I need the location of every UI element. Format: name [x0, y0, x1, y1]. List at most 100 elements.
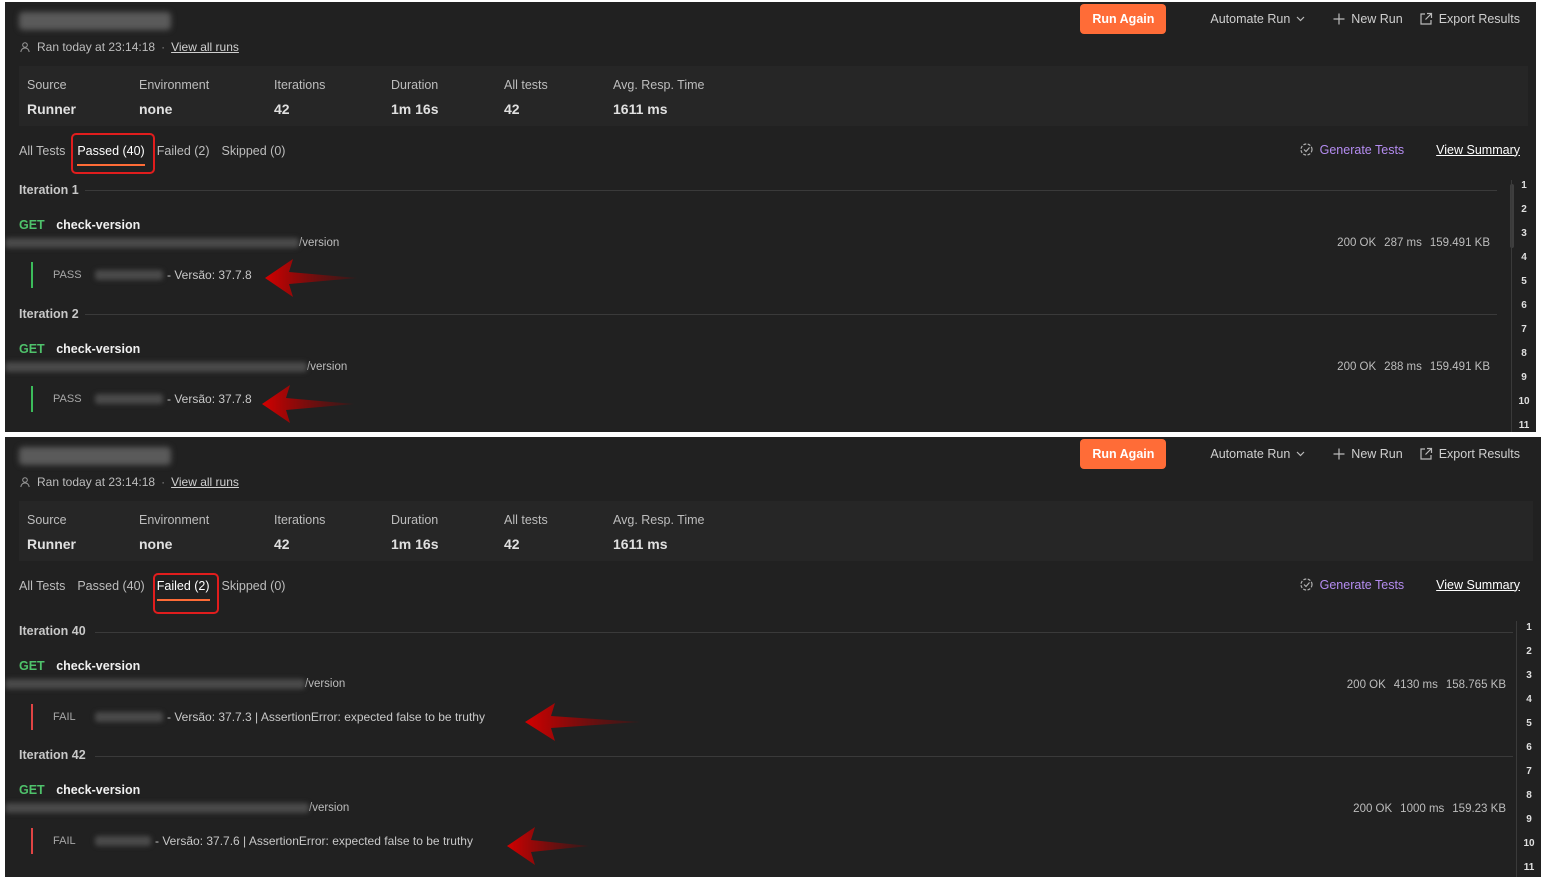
view-all-runs-link[interactable]: View all runs: [171, 475, 239, 489]
result-status: FAIL: [53, 711, 76, 723]
tab-skipped[interactable]: Skipped (0): [216, 577, 292, 595]
right-links: Generate Tests View Summary: [1299, 577, 1520, 592]
run-again-button[interactable]: Run Again: [1080, 4, 1167, 34]
response-size: 159.491 KB: [1429, 237, 1490, 249]
url-suffix: /version: [305, 678, 346, 690]
iteration-index-list: 1 2 3 4 5 6 7 8 9 10 11: [1512, 174, 1536, 432]
request-row[interactable]: GET check-version: [19, 218, 140, 232]
red-arrow-annotation: [265, 259, 357, 297]
test-name-blurred: [95, 712, 163, 722]
iteration-index[interactable]: 8: [1517, 784, 1541, 808]
fail-indicator: [31, 828, 33, 854]
automate-run-dropdown[interactable]: Automate Run: [1210, 12, 1305, 26]
iteration-index[interactable]: 5: [1512, 270, 1536, 294]
response-status: 200 OK: [1337, 237, 1377, 249]
request-row[interactable]: GET check-version: [19, 783, 140, 797]
generate-tests-link[interactable]: Generate Tests: [1299, 142, 1405, 157]
tab-failed[interactable]: Failed (2): [151, 142, 216, 160]
tab-all-tests[interactable]: All Tests: [19, 142, 71, 160]
run-again-button[interactable]: Run Again: [1080, 439, 1167, 469]
request-name: check-version: [56, 342, 141, 356]
url-blurred: [5, 362, 307, 372]
new-run-button[interactable]: New Run: [1333, 12, 1403, 26]
new-run-label: New Run: [1351, 12, 1403, 26]
iteration-index[interactable]: 9: [1512, 366, 1536, 390]
view-summary-link[interactable]: View Summary: [1436, 143, 1520, 157]
iteration-index[interactable]: 1: [1512, 174, 1536, 198]
result-status: PASS: [53, 393, 82, 405]
test-name-blurred: [95, 270, 163, 280]
request-name: check-version: [56, 218, 141, 232]
test-name-blurred: [95, 394, 163, 404]
view-all-runs-link[interactable]: View all runs: [171, 40, 239, 54]
export-results-button[interactable]: Export Results: [1419, 447, 1520, 461]
tab-all-tests[interactable]: All Tests: [19, 577, 71, 595]
iteration-index[interactable]: 2: [1517, 640, 1541, 664]
stat-all-tests: All tests 42: [504, 513, 548, 552]
request-url: /version: [5, 361, 347, 373]
export-results-button[interactable]: Export Results: [1419, 12, 1520, 26]
plus-icon: [1333, 448, 1345, 460]
user-icon: [20, 42, 30, 53]
test-name-blurred: [95, 836, 151, 846]
tab-skipped[interactable]: Skipped (0): [216, 142, 292, 160]
iteration-title: Iteration 42: [19, 748, 86, 762]
iteration-index[interactable]: 3: [1517, 664, 1541, 688]
run-title-blurred: [19, 447, 171, 465]
run-info-row: Ran today at 23:14:18 · View all runs: [19, 475, 239, 489]
generate-tests-link[interactable]: Generate Tests: [1299, 577, 1405, 592]
red-arrow-annotation: [262, 385, 354, 423]
iteration-index[interactable]: 7: [1517, 760, 1541, 784]
request-url: /version: [5, 802, 349, 814]
iteration-index[interactable]: 8: [1512, 342, 1536, 366]
divider: [95, 632, 1513, 633]
runner-results-panel-failed: Ran today at 23:14:18 · View all runs Ru…: [5, 437, 1541, 877]
iteration-index[interactable]: 10: [1517, 832, 1541, 856]
red-arrow-annotation: [507, 827, 589, 865]
stat-source: Source Runner: [27, 513, 76, 552]
iteration-index[interactable]: 2: [1512, 198, 1536, 222]
iteration-title: Iteration 40: [19, 624, 86, 638]
iteration-index[interactable]: 7: [1512, 318, 1536, 342]
response-time: 287 ms: [1384, 237, 1422, 249]
automate-run-label: Automate Run: [1210, 12, 1291, 26]
new-run-button[interactable]: New Run: [1333, 447, 1403, 461]
iteration-index[interactable]: 11: [1512, 414, 1536, 432]
iteration-index[interactable]: 10: [1512, 390, 1536, 414]
result-text: - Versão: 37.7.8: [167, 268, 252, 282]
stat-source: Source Runner: [27, 78, 76, 117]
automate-run-dropdown[interactable]: Automate Run: [1210, 447, 1305, 461]
iteration-index[interactable]: 9: [1517, 808, 1541, 832]
request-row[interactable]: GET check-version: [19, 342, 140, 356]
iteration-index[interactable]: 11: [1517, 856, 1541, 877]
request-row[interactable]: GET check-version: [19, 659, 140, 673]
result-text: - Versão: 37.7.8: [167, 392, 252, 406]
export-icon: [1420, 447, 1432, 460]
view-summary-link[interactable]: View Summary: [1436, 578, 1520, 592]
chevron-down-icon: [1296, 16, 1305, 22]
iteration-index[interactable]: 6: [1517, 736, 1541, 760]
generate-tests-label: Generate Tests: [1319, 577, 1405, 592]
tab-passed[interactable]: Passed (40): [71, 577, 150, 595]
response-meta: 200 OK 4130 ms 158.765 KB: [1339, 679, 1506, 691]
divider: [85, 190, 1497, 191]
ran-time-text: Ran today at 23:14:18: [37, 475, 156, 489]
result-text: - Versão: 37.7.3 | AssertionError: expec…: [167, 710, 485, 724]
export-results-label: Export Results: [1438, 12, 1520, 26]
iteration-index[interactable]: 5: [1517, 712, 1541, 736]
iteration-index[interactable]: 4: [1512, 246, 1536, 270]
iteration-title: Iteration 2: [19, 307, 79, 321]
result-status: PASS: [53, 269, 82, 281]
chevron-down-icon: [1296, 451, 1305, 457]
request-name: check-version: [56, 659, 141, 673]
request-method: GET: [19, 659, 45, 673]
iteration-index[interactable]: 4: [1517, 688, 1541, 712]
response-status: 200 OK: [1353, 803, 1393, 815]
iteration-index[interactable]: 3: [1512, 222, 1536, 246]
stat-duration: Duration 1m 16s: [391, 78, 439, 117]
iteration-index[interactable]: 1: [1517, 616, 1541, 640]
iteration-index[interactable]: 6: [1512, 294, 1536, 318]
generate-tests-label: Generate Tests: [1319, 142, 1405, 157]
response-status: 200 OK: [1337, 361, 1377, 373]
result-tabs: All Tests Passed (40) Failed (2) Skipped…: [19, 142, 292, 166]
